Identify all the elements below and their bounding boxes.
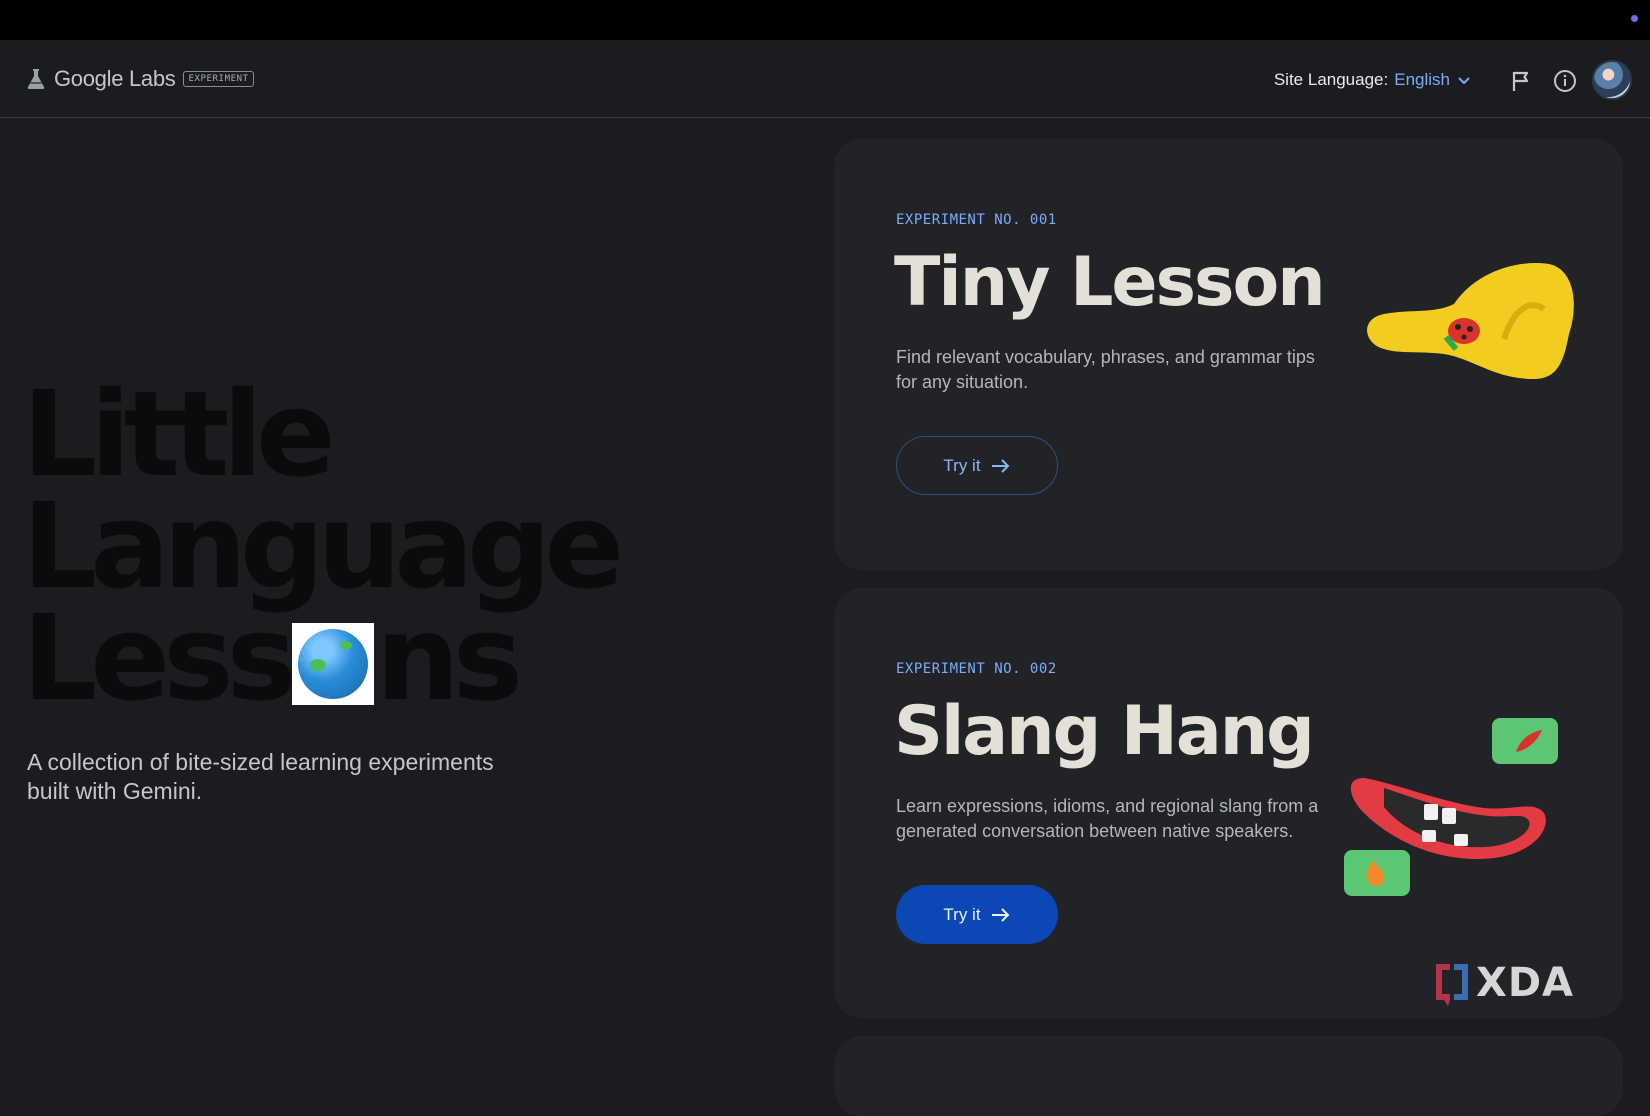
experiment-card-tiny-lesson: EXPERIMENT NO. 001 Tiny Lesson Find rele… [834, 139, 1623, 570]
clay-hand-ladybug-illustration [1354, 259, 1574, 424]
status-dot [1631, 15, 1638, 22]
arrow-right-icon [991, 907, 1011, 923]
try-it-label: Try it [943, 455, 981, 475]
flask-icon [26, 68, 46, 90]
clay-mouth-illustration [1344, 718, 1584, 913]
flag-icon[interactable] [1508, 68, 1534, 94]
try-it-button[interactable]: Try it [896, 436, 1058, 495]
brand-name: Google Labs [54, 66, 176, 91]
site-language-value: English [1394, 70, 1450, 89]
globe-icon [297, 629, 368, 699]
system-top-bar [0, 0, 1650, 40]
title-line-1: Little [22, 365, 336, 503]
experiment-number: EXPERIMENT NO. 001 [896, 212, 1057, 228]
site-language-selector[interactable]: Site Language: English [1274, 70, 1472, 90]
card-title: Tiny Lesson [894, 243, 1326, 322]
try-it-button[interactable]: Try it [896, 885, 1058, 944]
title-line-3-start: Less [22, 589, 297, 727]
title-line-2: Language [22, 477, 624, 615]
try-it-label: Try it [943, 904, 981, 924]
xda-watermark: XDA [1432, 960, 1574, 1006]
card-description: Find relevant vocabulary, phrases, and g… [896, 347, 1315, 392]
card-title: Slang Hang [894, 692, 1315, 771]
card-description: Learn expressions, idioms, and regional … [896, 796, 1319, 841]
experiment-card-slang-hang: EXPERIMENT NO. 002 Slang Hang Learn expr… [834, 588, 1623, 1018]
xda-logo-icon [1436, 964, 1468, 1006]
title-line-3-end: ns [375, 589, 523, 727]
experiment-card-3-partial [834, 1036, 1623, 1116]
xda-text: XDA [1476, 960, 1574, 1006]
page-subtitle: A collection of bite-sized learning expe… [27, 749, 494, 804]
site-header: Google Labs EXPERIMENT Site Language: En… [0, 40, 1650, 118]
info-icon[interactable] [1552, 68, 1578, 94]
arrow-right-icon [991, 458, 1011, 474]
experiment-number: EXPERIMENT NO. 002 [896, 661, 1057, 677]
chevron-down-icon [1456, 72, 1472, 88]
page-title: Little Language Less ns [22, 365, 624, 717]
experiment-badge: EXPERIMENT [183, 71, 254, 87]
title-line-3: Less ns [22, 599, 617, 717]
google-labs-brand[interactable]: Google Labs EXPERIMENT [26, 66, 254, 92]
globe-image [291, 623, 374, 705]
avatar[interactable] [1592, 60, 1632, 100]
site-language-label: Site Language: [1273, 70, 1389, 89]
